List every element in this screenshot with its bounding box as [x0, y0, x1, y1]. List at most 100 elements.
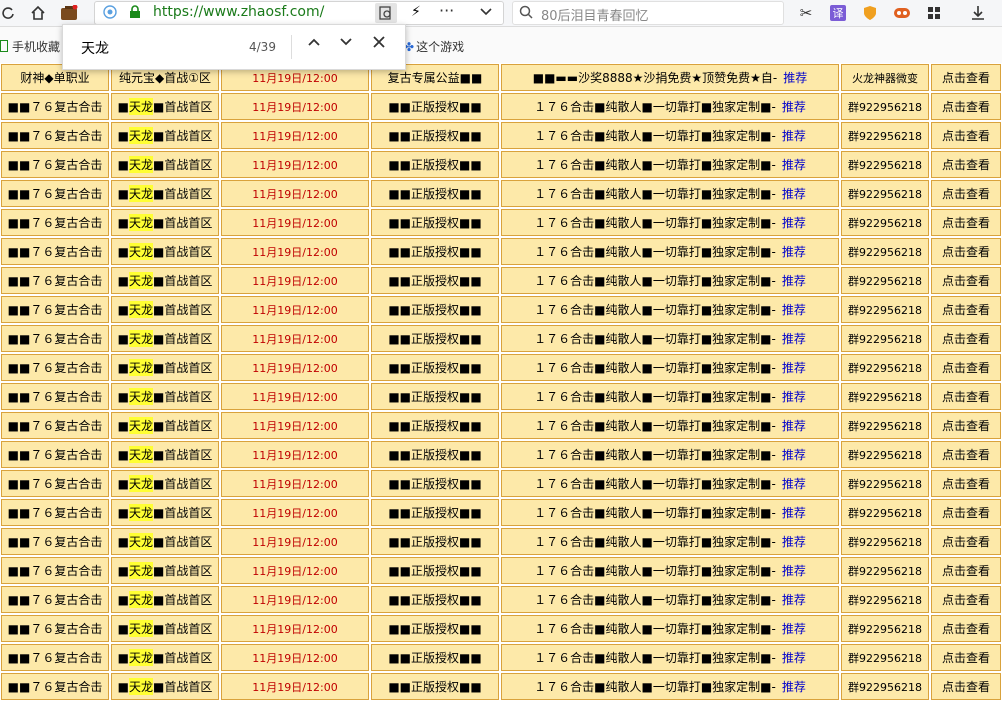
view-link[interactable]: 点击查看 [931, 673, 1001, 700]
view-link[interactable]: 点击查看 [931, 209, 1001, 236]
view-link[interactable]: 点击查看 [931, 528, 1001, 555]
recommend-link[interactable]: 推荐 [782, 301, 806, 318]
server-name-link[interactable]: ■■７６复古合击 [1, 673, 109, 700]
recommend-link[interactable]: 推荐 [782, 591, 806, 608]
chevron-down-icon[interactable] [479, 4, 493, 21]
recommend-link[interactable]: 推荐 [782, 156, 806, 173]
translate-icon[interactable]: 译 [828, 0, 848, 26]
recommend-link[interactable]: 推荐 [782, 359, 806, 376]
line-prefix: ■ [117, 650, 129, 665]
view-link[interactable]: 点击查看 [931, 267, 1001, 294]
shield-extension-icon[interactable] [860, 0, 880, 26]
more-icon[interactable]: ··· [439, 1, 454, 20]
line-suffix: ■首战首区 [153, 332, 213, 346]
url-text[interactable]: https://www.zhaosf.com/ [153, 4, 324, 20]
bookmark-game[interactable]: ✤ 这个游戏 [404, 38, 464, 55]
server-name-link[interactable]: ■■７６复古合击 [1, 93, 109, 120]
server-name-link[interactable]: ■■７６复古合击 [1, 383, 109, 410]
game-extension-icon[interactable] [892, 0, 912, 26]
server-name-link[interactable]: ■■７６复古合击 [1, 499, 109, 526]
address-bar[interactable]: https://www.zhaosf.com/ ⚡ ··· [94, 1, 504, 25]
server-name-link[interactable]: ■■７６复古合击 [1, 122, 109, 149]
intro-text: １７６合击■纯散人■一切靠打■独家定制■- [534, 361, 776, 375]
view-link[interactable]: 点击查看 [931, 325, 1001, 352]
recommend-link[interactable]: 推荐 [782, 243, 806, 260]
view-link[interactable]: 点击查看 [931, 557, 1001, 584]
server-name-link[interactable]: ■■７６复古合击 [1, 325, 109, 352]
server-name-link[interactable]: ■■７６复古合击 [1, 354, 109, 381]
view-link[interactable]: 点击查看 [931, 412, 1001, 439]
find-next-button[interactable] [339, 34, 353, 53]
search-input[interactable]: 80后泪目青春回忆 [512, 1, 784, 25]
grid-icon[interactable] [924, 0, 944, 26]
server-name-link[interactable]: ■■７６复古合击 [1, 180, 109, 207]
wallet-icon[interactable] [58, 0, 80, 26]
recommend-link[interactable]: 推荐 [782, 388, 806, 405]
server-name-link[interactable]: ■■７６复古合击 [1, 238, 109, 265]
recommend-link[interactable]: 推荐 [783, 69, 807, 86]
page-search-icon[interactable] [375, 3, 397, 23]
view-link[interactable]: 点击查看 [931, 644, 1001, 671]
find-previous-button[interactable] [307, 34, 321, 53]
scissors-icon[interactable]: ✂ [796, 0, 816, 26]
refresh-icon[interactable] [0, 0, 16, 26]
recommend-link[interactable]: 推荐 [782, 475, 806, 492]
download-icon[interactable] [968, 0, 988, 26]
view-link[interactable]: 点击查看 [931, 180, 1001, 207]
server-name-link[interactable]: ■■７６复古合击 [1, 151, 109, 178]
recommend-link[interactable]: 推荐 [782, 272, 806, 289]
server-name-link[interactable]: ■■７６复古合击 [1, 615, 109, 642]
recommend-link[interactable]: 推荐 [782, 620, 806, 637]
shield-icon [103, 5, 117, 22]
view-link[interactable]: 点击查看 [931, 354, 1001, 381]
home-icon[interactable] [28, 0, 48, 26]
server-name-link[interactable]: ■■７６复古合击 [1, 412, 109, 439]
server-name-link[interactable]: ■■７６复古合击 [1, 209, 109, 236]
header-view-link[interactable]: 点击查看 [931, 64, 1001, 91]
recommend-link[interactable]: 推荐 [782, 214, 806, 231]
view-link[interactable]: 点击查看 [931, 383, 1001, 410]
view-link[interactable]: 点击查看 [931, 122, 1001, 149]
server-intro-cell: １７６合击■纯散人■一切靠打■独家定制■- 推荐 [501, 412, 839, 439]
view-link[interactable]: 点击查看 [931, 93, 1001, 120]
view-link[interactable]: 点击查看 [931, 441, 1001, 468]
view-link[interactable]: 点击查看 [931, 296, 1001, 323]
recommend-link[interactable]: 推荐 [782, 533, 806, 550]
bookmark-mobile[interactable]: 手机收藏 [0, 38, 60, 55]
recommend-link[interactable]: 推荐 [782, 504, 806, 521]
find-highlight: 天龙 [128, 591, 153, 608]
recommend-link[interactable]: 推荐 [782, 127, 806, 144]
view-link[interactable]: 点击查看 [931, 615, 1001, 642]
lightning-icon[interactable]: ⚡ [411, 4, 421, 20]
find-highlight: 天龙 [128, 620, 153, 637]
server-name-link[interactable]: ■■７６复古合击 [1, 470, 109, 497]
server-name-link[interactable]: ■■７６复古合击 [1, 528, 109, 555]
server-name-link[interactable]: ■■７６复古合击 [1, 644, 109, 671]
server-line-cell: ■ 天龙 ■首战首区 [111, 267, 219, 294]
view-link[interactable]: 点击查看 [931, 470, 1001, 497]
view-link[interactable]: 点击查看 [931, 586, 1001, 613]
recommend-link[interactable]: 推荐 [782, 330, 806, 347]
view-link[interactable]: 点击查看 [931, 238, 1001, 265]
server-name-link[interactable]: ■■７６复古合击 [1, 557, 109, 584]
find-input[interactable]: 天龙 [81, 38, 109, 58]
server-line-cell: ■ 天龙 ■首战首区 [111, 296, 219, 323]
view-link[interactable]: 点击查看 [931, 499, 1001, 526]
server-line-cell: ■ 天龙 ■首战首区 [111, 383, 219, 410]
server-name-link[interactable]: ■■７６复古合击 [1, 267, 109, 294]
find-close-button[interactable] [373, 34, 385, 53]
recommend-link[interactable]: 推荐 [782, 185, 806, 202]
server-name-link[interactable]: ■■７６复古合击 [1, 296, 109, 323]
server-name-link[interactable]: ■■７６复古合击 [1, 586, 109, 613]
intro-text: １７６合击■纯散人■一切靠打■独家定制■- [534, 100, 776, 114]
recommend-link[interactable]: 推荐 [782, 562, 806, 579]
translate-label: 译 [830, 5, 846, 21]
view-link[interactable]: 点击查看 [931, 151, 1001, 178]
recommend-link[interactable]: 推荐 [782, 417, 806, 434]
recommend-link[interactable]: 推荐 [782, 649, 806, 666]
contact-cell: 群922956218 [841, 238, 929, 265]
recommend-link[interactable]: 推荐 [782, 446, 806, 463]
recommend-link[interactable]: 推荐 [782, 678, 806, 695]
recommend-link[interactable]: 推荐 [782, 98, 806, 115]
server-name-link[interactable]: ■■７６复古合击 [1, 441, 109, 468]
